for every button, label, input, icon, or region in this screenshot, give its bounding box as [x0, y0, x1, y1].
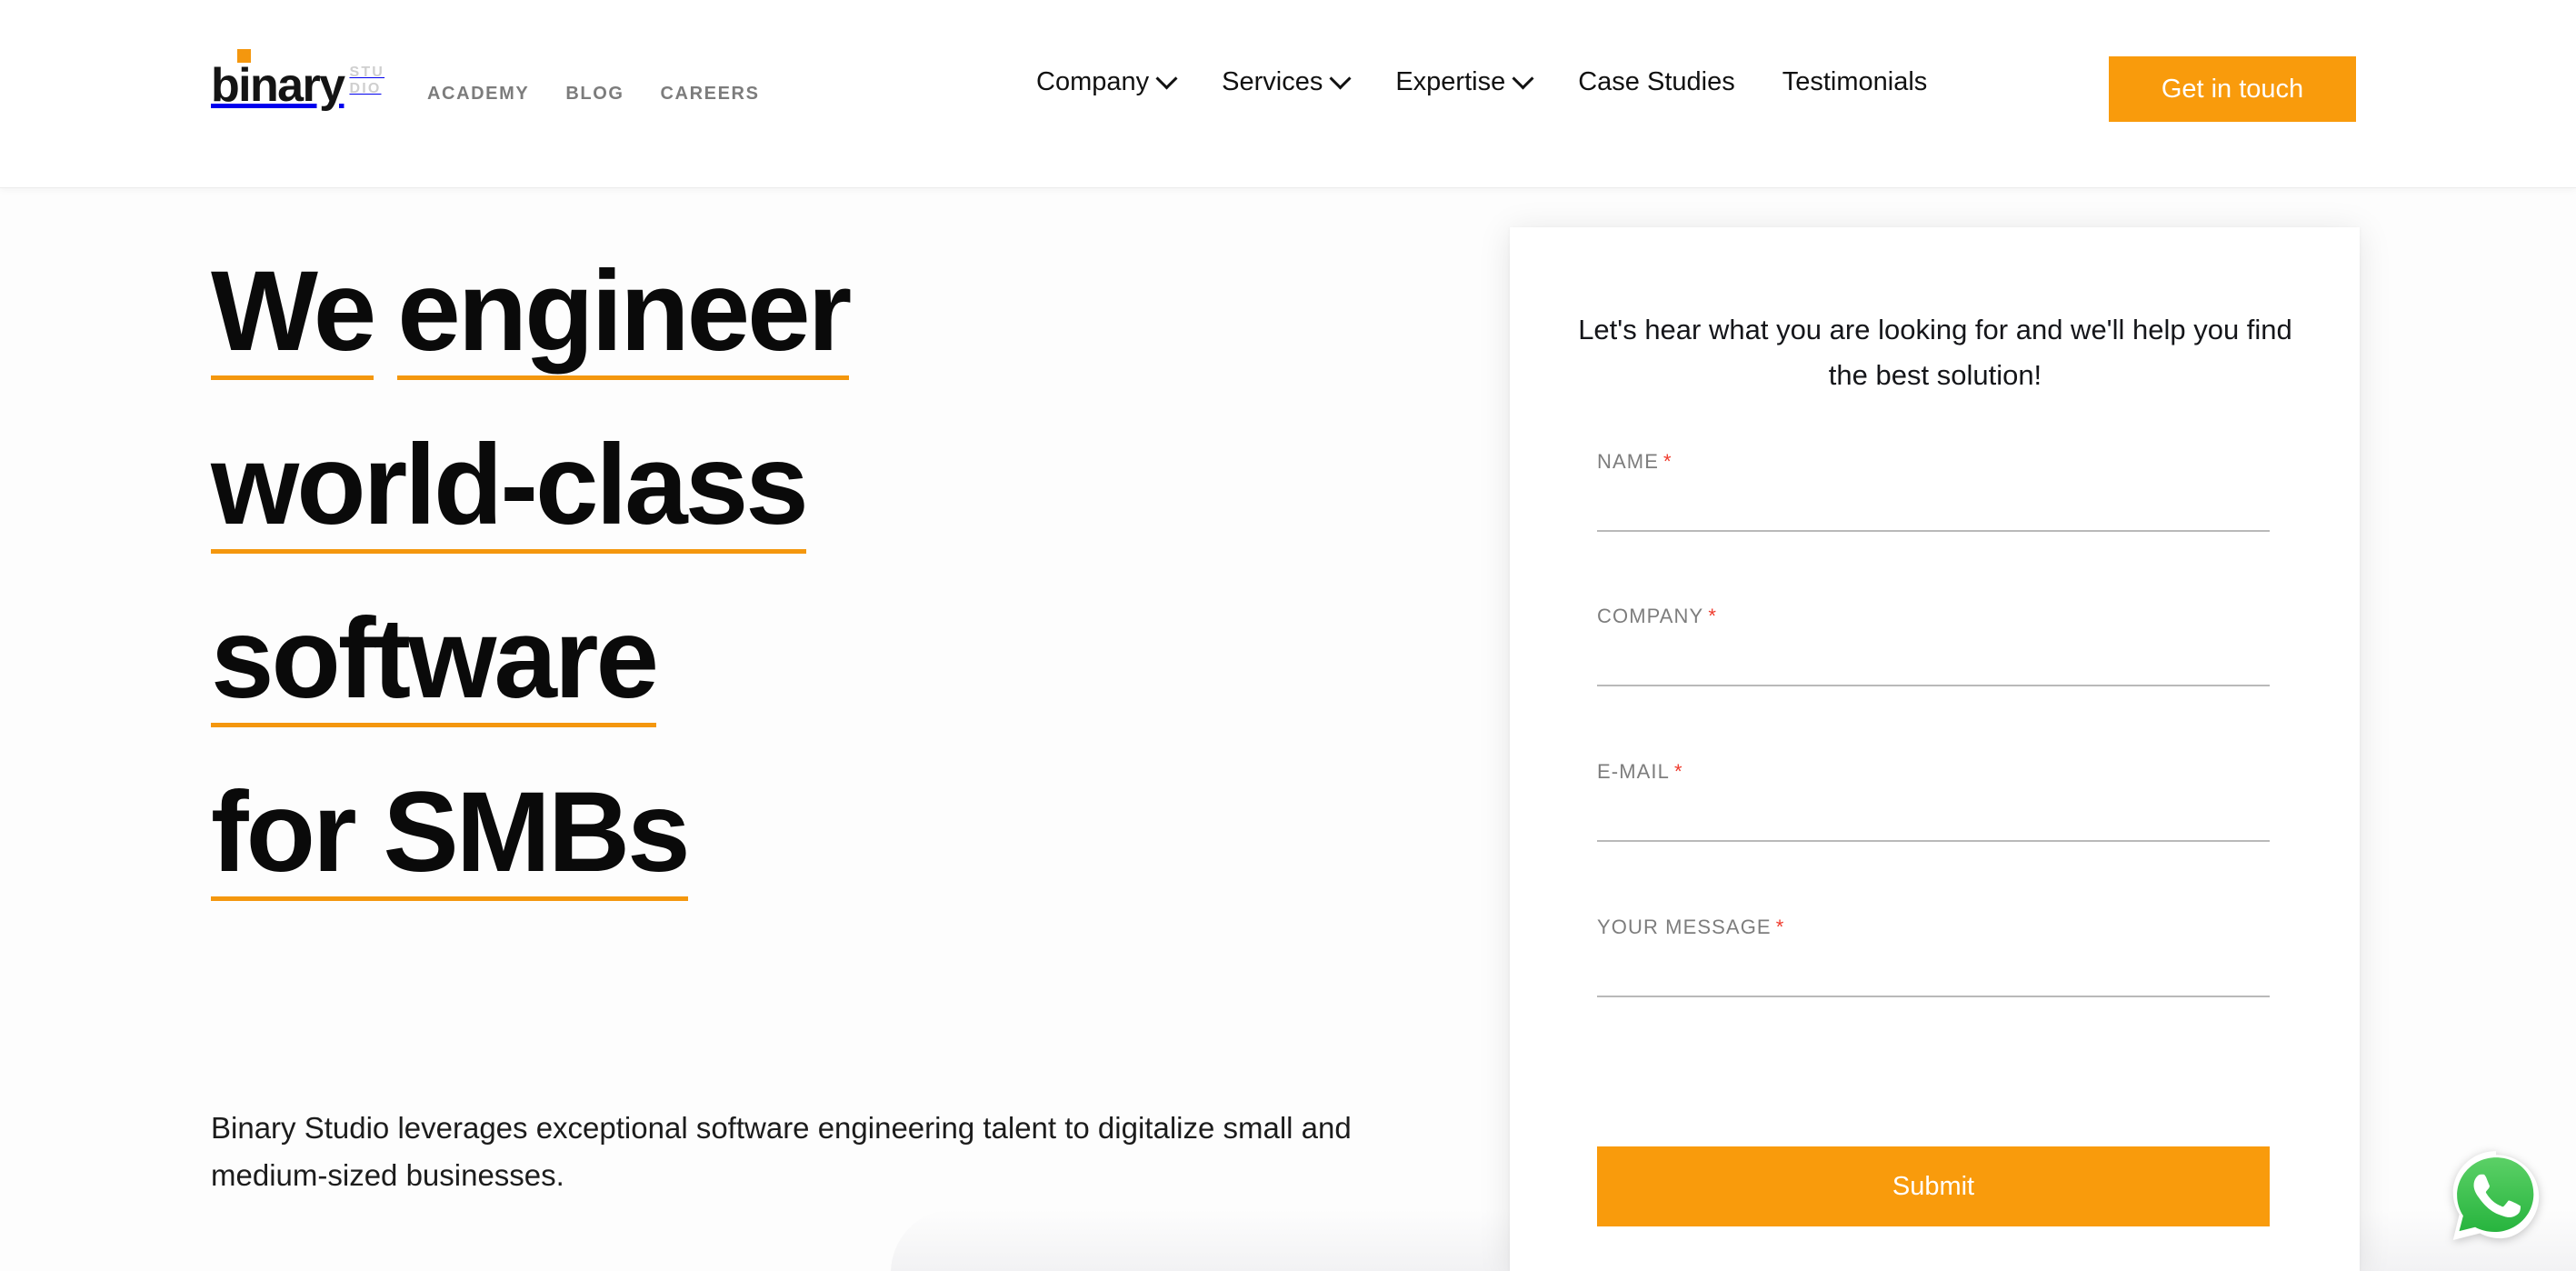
nav-item-academy[interactable]: ACADEMY	[427, 84, 529, 105]
hero-word-for-smbs: for SMBs	[211, 769, 691, 896]
secondary-nav: ACADEMY BLOG CAREERS	[427, 84, 760, 105]
submit-button[interactable]: Submit	[1597, 1146, 2270, 1226]
primary-nav: Company Services Expertise Case Studies …	[1036, 66, 1928, 97]
form-intro-text: Let's hear what you are looking for and …	[1578, 314, 2292, 391]
required-asterisk: *	[1662, 450, 1672, 473]
company-input[interactable]	[1597, 641, 2270, 686]
contact-form-card: Let's hear what you are looking for and …	[1510, 227, 2360, 1271]
field-message: YOUR MESSAGE *	[1597, 916, 2270, 997]
field-email-label-text: E-MAIL	[1597, 760, 1670, 783]
email-input[interactable]	[1597, 796, 2270, 842]
hero-word-world-class: world-class	[211, 405, 809, 565]
field-message-label: YOUR MESSAGE *	[1597, 916, 2270, 939]
nav-item-careers[interactable]: CAREERS	[661, 84, 760, 105]
hero-line-2: world-class	[211, 405, 1465, 565]
hero-line-4: for SMBs	[211, 753, 691, 912]
required-asterisk: *	[1775, 916, 1785, 938]
nav-item-case-studies-label: Case Studies	[1578, 67, 1735, 96]
chevron-down-icon	[1155, 66, 1178, 90]
nav-item-case-studies[interactable]: Case Studies	[1578, 67, 1735, 97]
nav-item-blog[interactable]: BLOG	[565, 84, 624, 105]
logo-wordmark: binary	[211, 49, 345, 112]
hero-word-software: software	[211, 579, 659, 738]
hero-word-engineer: engineer	[397, 232, 852, 391]
message-input[interactable]	[1597, 952, 2270, 997]
field-name-label-text: NAME	[1597, 450, 1659, 473]
page-title: We engineer world-class software for SMBs	[211, 232, 1465, 926]
nav-item-expertise-label: Expertise	[1395, 67, 1506, 96]
get-in-touch-button[interactable]: Get in touch	[2109, 56, 2356, 122]
hero-section: We engineer world-class software for SMBs	[211, 232, 1465, 926]
logo-link[interactable]: binary STU DIO	[211, 49, 384, 112]
logo-studio-line-2: DIO	[349, 81, 382, 96]
field-email-label: E-MAIL *	[1597, 760, 2270, 784]
field-company: COMPANY *	[1597, 605, 2270, 686]
name-input[interactable]	[1597, 486, 2270, 532]
chevron-down-icon	[1329, 66, 1352, 90]
field-company-label: COMPANY *	[1597, 605, 2270, 628]
hero-line-3: software	[211, 579, 1465, 738]
site-header: binary STU DIO ACADEMY BLOG CAREERS Comp…	[0, 0, 2576, 187]
field-name-label: NAME *	[1597, 450, 2270, 474]
required-asterisk: *	[1708, 605, 1717, 627]
nav-item-testimonials-label: Testimonials	[1782, 67, 1928, 96]
nav-item-expertise[interactable]: Expertise	[1395, 66, 1534, 97]
logo-studio-line-1: STU	[349, 65, 385, 80]
whatsapp-float-button[interactable]	[2447, 1146, 2545, 1245]
field-message-label-text: YOUR MESSAGE	[1597, 916, 1772, 938]
nav-item-services[interactable]: Services	[1222, 66, 1352, 97]
hero-word-we: We	[211, 232, 376, 391]
nav-item-company[interactable]: Company	[1036, 66, 1178, 97]
field-company-label-text: COMPANY	[1597, 605, 1704, 627]
hero-line-1: We engineer	[211, 232, 1465, 391]
chevron-down-icon	[1512, 66, 1534, 90]
nav-item-services-label: Services	[1222, 67, 1323, 96]
field-email: E-MAIL *	[1597, 760, 2270, 842]
logo-text: binary	[211, 59, 345, 112]
logo-accent-dot-icon	[237, 49, 251, 63]
required-asterisk: *	[1673, 760, 1683, 783]
nav-item-company-label: Company	[1036, 67, 1150, 96]
hero-subtitle: Binary Studio leverages exceptional soft…	[211, 1111, 1352, 1192]
nav-item-testimonials[interactable]: Testimonials	[1782, 67, 1928, 97]
logo-studio-text: STU DIO	[349, 65, 384, 97]
page-root: binary STU DIO ACADEMY BLOG CAREERS Comp…	[0, 0, 2576, 1271]
whatsapp-icon	[2452, 1151, 2540, 1240]
field-name: NAME *	[1597, 450, 2270, 532]
